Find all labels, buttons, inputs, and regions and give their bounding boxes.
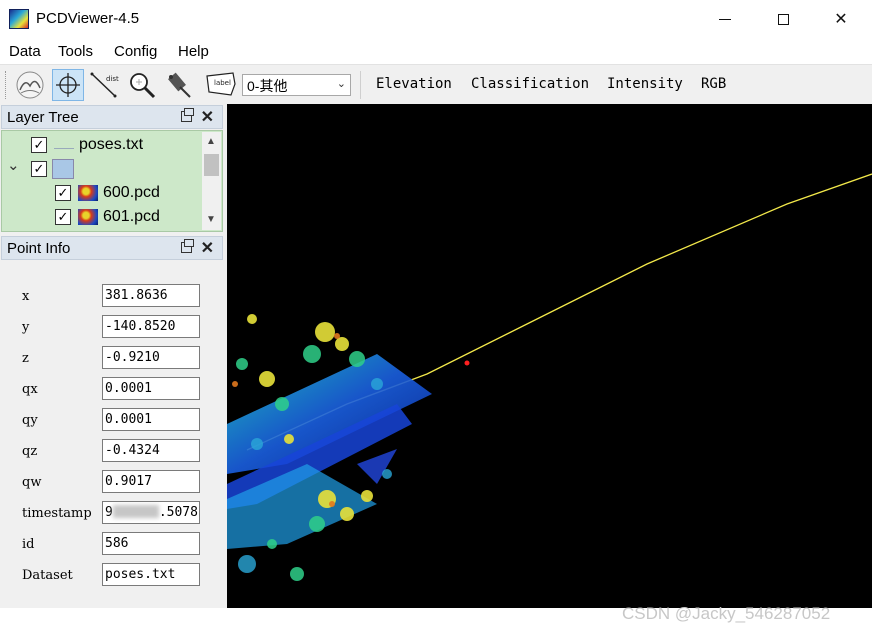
pose-trajectory-icon: [54, 139, 74, 149]
field-label-id: id: [22, 537, 35, 552]
point-cloud-thumb-icon: [78, 209, 98, 225]
scroll-down-icon[interactable]: ▼: [206, 214, 216, 225]
field-label-qz: qz: [22, 444, 38, 459]
color-mode-elevation[interactable]: Elevation: [376, 76, 452, 92]
menu-tools[interactable]: Tools: [58, 43, 93, 60]
tree-item-600[interactable]: ✓ 600.pcd: [2, 183, 202, 205]
scroll-thumb[interactable]: [204, 154, 219, 176]
field-z[interactable]: -0.9210: [102, 346, 200, 369]
field-dataset[interactable]: poses.txt: [102, 563, 200, 586]
label-class-value: 0-其他: [247, 78, 288, 94]
watermark-text: CSDN @Jacky_546287052: [622, 604, 831, 623]
point-info-header[interactable]: Point Info ✕: [1, 236, 223, 260]
field-id[interactable]: 586: [102, 532, 200, 555]
measure-distance-icon: dist: [90, 72, 119, 98]
field-label-x: x: [22, 289, 30, 304]
menu-data[interactable]: Data: [9, 43, 41, 60]
toolbar: dist label 0-其他 ⌄ Elevation Classificati…: [0, 64, 872, 104]
point-cloud-viewport[interactable]: [227, 104, 872, 608]
field-label-qw: qw: [22, 475, 42, 490]
tree-item-601[interactable]: ✓ 601.pcd: [2, 207, 202, 229]
close-button[interactable]: ✕: [812, 0, 870, 38]
field-label-qx: qx: [22, 382, 38, 397]
color-mode-intensity[interactable]: Intensity: [607, 76, 683, 92]
label-tag-tool[interactable]: label: [205, 69, 237, 101]
field-timestamp[interactable]: 9 .5078: [102, 501, 200, 524]
folder-icon: [52, 159, 74, 179]
layer-label: 601.pcd: [103, 208, 160, 225]
redacted-blur: [112, 505, 159, 518]
menu-help[interactable]: Help: [178, 43, 209, 60]
field-label-timestamp: timestamp: [22, 506, 92, 521]
label-tag-icon: label: [206, 72, 236, 96]
float-panel-icon[interactable]: [181, 239, 194, 253]
close-icon: ✕: [834, 11, 848, 28]
chevron-down-icon: ⌄: [336, 78, 346, 90]
eraser-icon: [168, 72, 191, 98]
svg-text:label: label: [214, 79, 231, 87]
color-mode-rgb[interactable]: RGB: [701, 76, 726, 92]
minimize-icon: [719, 18, 731, 20]
expand-chevron-icon[interactable]: ⌄: [7, 156, 20, 174]
layer-tree-header[interactable]: Layer Tree ✕: [1, 105, 223, 129]
title-bar: PCDViewer-4.5 ✕: [0, 0, 872, 38]
layer-checkbox[interactable]: ✓: [55, 185, 71, 201]
scroll-up-icon[interactable]: ▲: [206, 136, 216, 147]
point-cloud-thumb-icon: [78, 185, 98, 201]
field-qw[interactable]: 0.9017: [102, 470, 200, 493]
close-panel-icon[interactable]: ✕: [201, 107, 214, 127]
tree-item-poses[interactable]: ✓ poses.txt: [2, 135, 202, 157]
menu-bar: Data Tools Config Help: [0, 38, 872, 64]
float-panel-icon[interactable]: [181, 108, 194, 122]
left-dock: Layer Tree ✕ ✓ poses.txt ⌄ ✓ ✓ 600.pcd ✓…: [0, 104, 227, 608]
layer-tree-scrollbar[interactable]: ▲ ▼: [202, 132, 221, 230]
tree-item-group[interactable]: ⌄ ✓: [2, 156, 202, 181]
point-cloud-icon: [16, 71, 44, 99]
field-x[interactable]: 381.8636: [102, 284, 200, 307]
crosshair-select-tool[interactable]: [52, 69, 84, 101]
timestamp-prefix: 9: [105, 505, 113, 520]
menu-config[interactable]: Config: [114, 43, 157, 60]
maximize-icon: [777, 13, 789, 25]
field-label-qy: qy: [22, 413, 38, 428]
point-cloud-tool[interactable]: [14, 69, 46, 101]
zoom-icon: [130, 73, 156, 99]
eraser-tool[interactable]: [162, 69, 194, 101]
maximize-button[interactable]: [754, 0, 812, 38]
app-icon: [9, 9, 29, 29]
crosshair-select-icon: [56, 73, 80, 97]
minimize-button[interactable]: [696, 0, 754, 38]
layer-label: 600.pcd: [103, 184, 160, 201]
field-y[interactable]: -140.8520: [102, 315, 200, 338]
field-qy[interactable]: 0.0001: [102, 408, 200, 431]
layer-label: poses.txt: [79, 136, 144, 153]
field-label-z: z: [22, 351, 29, 366]
point-cloud-slab: [357, 449, 397, 484]
svg-text:dist: dist: [106, 75, 119, 83]
layer-tree-title: Layer Tree: [7, 109, 79, 126]
point-info-title: Point Info: [7, 240, 71, 257]
layer-checkbox[interactable]: ✓: [55, 209, 71, 225]
toolbar-separator: [360, 71, 361, 99]
field-qx[interactable]: 0.0001: [102, 377, 200, 400]
toolbar-grip[interactable]: [5, 71, 8, 99]
measure-distance-tool[interactable]: dist: [88, 69, 120, 101]
timestamp-suffix: .5078: [158, 505, 198, 520]
layer-checkbox[interactable]: ✓: [31, 161, 47, 177]
selected-point: [464, 360, 470, 366]
point-cloud-render: [227, 173, 872, 581]
field-label-dataset: Dataset: [22, 568, 73, 583]
color-mode-classification[interactable]: Classification: [471, 76, 589, 92]
layer-tree[interactable]: ✓ poses.txt ⌄ ✓ ✓ 600.pcd ✓ 601.pcd ▲ ▼: [1, 130, 223, 232]
layer-checkbox[interactable]: ✓: [31, 137, 47, 153]
label-class-select[interactable]: 0-其他 ⌄: [242, 74, 351, 96]
field-qz[interactable]: -0.4324: [102, 439, 200, 462]
window-title: PCDViewer-4.5: [36, 10, 140, 27]
close-panel-icon[interactable]: ✕: [201, 238, 214, 258]
field-label-y: y: [22, 320, 30, 335]
zoom-tool[interactable]: [126, 69, 158, 101]
